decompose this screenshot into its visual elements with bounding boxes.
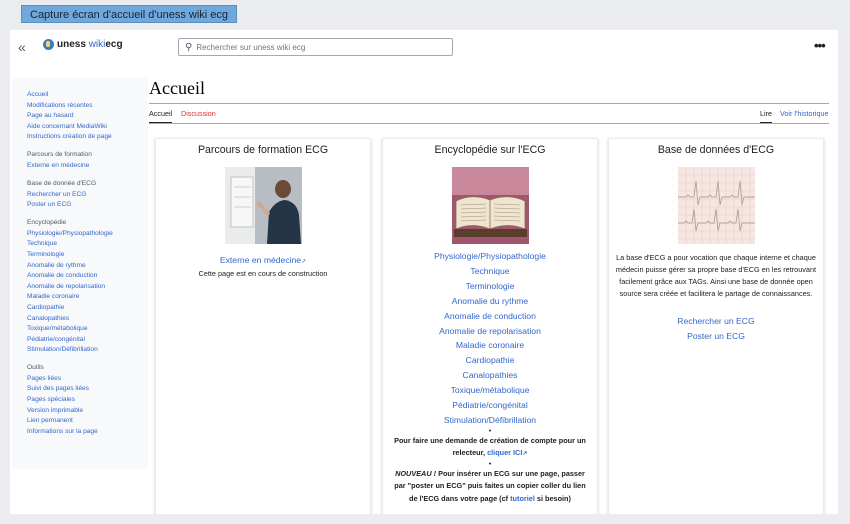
card-encyclopedie-title: Encyclopédie sur l'ECG: [434, 144, 546, 156]
sidebar-heading: Outils: [27, 363, 44, 371]
search-input[interactable]: [196, 42, 437, 52]
sidebar-item-externe-en-medecine[interactable]: Externe en médecine: [27, 161, 148, 172]
external-link-icon: ↗: [301, 259, 307, 265]
encyclopedie-link-technique[interactable]: Technique: [383, 264, 597, 279]
page-tabs: Accueil Discussion Lire Voir l'historiqu…: [149, 104, 829, 124]
sidebar-item-physiologie-physiopathologie[interactable]: Physiologie/Physiopathologie: [27, 229, 148, 240]
encyclopedie-link-cardiopathie[interactable]: Cardiopathie: [383, 353, 597, 368]
encyclopedia-photo: [451, 167, 529, 244]
encyclopedie-link-list: Physiologie/Physiopathologie Technique Ter…: [383, 249, 597, 428]
sidebar-item-anomalie-de-repolarisation[interactable]: Anomalie de repolarisation: [27, 282, 148, 293]
sidebar-group-parcours-de-formation: Parcours de formation Externe en médecine: [27, 151, 148, 172]
tab-discussion[interactable]: Discussion: [181, 109, 216, 118]
sidebar-item-terminologie[interactable]: Terminologie: [27, 250, 148, 261]
sidebar-item-technique[interactable]: Technique: [27, 239, 148, 250]
sidebar-group-encyclopedie: Encyclopédie Physiologie/Physiopathologie…: [27, 219, 148, 356]
sidebar-item-pediatrie-congenital[interactable]: Pédiatrie/congénital: [27, 335, 148, 346]
encyclopedie-link-terminologie[interactable]: Terminologie: [383, 279, 597, 294]
sidebar-item-rechercher-un-ecg[interactable]: Rechercher un ECG: [27, 190, 148, 201]
card-base: Base de données d'ECG La base d'ECG a po…: [608, 138, 824, 516]
sidebar-item-version-imprimable[interactable]: Version imprimable: [27, 406, 148, 417]
sidebar-heading: Encyclopédie: [27, 218, 67, 226]
sidebar-item-instructions-creation-de-page[interactable]: Instructions création de page: [27, 132, 148, 143]
sidebar-item-canalopathies[interactable]: Canalopathies: [27, 314, 148, 325]
sidebar-group-outils: Outils Pages liées Suivi des pages liées Pa…: [27, 364, 148, 438]
sidebar-item-anomalie-de-rythme[interactable]: Anomalie de rythme: [27, 261, 148, 272]
caption-strip: Capture écran d'accueil d'uness wiki ecg: [0, 0, 850, 30]
logo-icon: [43, 39, 54, 50]
sidebar-item-toxique-metabolique[interactable]: Toxique/métabolique: [27, 324, 148, 335]
collapse-sidebar-icon[interactable]: «: [18, 39, 26, 55]
external-link-icon: ↗: [522, 451, 528, 458]
bullet-dot: •: [488, 427, 492, 435]
screenshot-caption: Capture écran d'accueil d'uness wiki ecg: [21, 5, 238, 23]
tutoriel-link[interactable]: tutoriel: [510, 494, 535, 503]
page-title: Accueil: [149, 78, 829, 104]
sidebar-item-poster-un-ecg[interactable]: Poster un ECG: [27, 200, 148, 211]
sidebar-item-pages-speciales[interactable]: Pages spéciales: [27, 395, 148, 406]
encyclopedie-link-stimulation-defibrillation[interactable]: Stimulation/Défibrillation: [383, 413, 597, 428]
logo-text: uness wikiecg: [57, 39, 123, 50]
sidebar-heading: Base de donnée d'ECG: [27, 179, 97, 187]
sidebar-item-pages-liees[interactable]: Pages liées: [27, 374, 148, 385]
tab-accueil[interactable]: Accueil: [149, 109, 173, 123]
main-content: Accueil Accueil Discussion Lire Voir l'h…: [149, 78, 829, 124]
bottom-strip: [0, 514, 850, 524]
base-link-list: Rechercher un ECG Poster un ECG: [609, 314, 823, 344]
more-options-icon[interactable]: •••: [814, 38, 826, 53]
ecg-paper-image: [677, 167, 755, 244]
request-account-text: Pour faire une demande de création de co…: [394, 435, 586, 458]
search-box[interactable]: ⚲: [178, 38, 453, 56]
sidebar-item-page-au-hasard[interactable]: Page au hasard: [27, 111, 148, 122]
wiki-page: « uness wikiecg ⚲ ••• AccueilModificatio…: [10, 30, 838, 520]
nouveau-text: NOUVEAU ! Pour insérer un ECG sur une pa…: [394, 468, 586, 503]
formation-photo: [224, 167, 302, 244]
encyclopedie-link-toxique-metabolique[interactable]: Toxique/métabolique: [383, 383, 597, 398]
sidebar-heading: Parcours de formation: [27, 150, 92, 158]
encyclopedie-link-physiologie-physiopathologie[interactable]: Physiologie/Physiopathologie: [383, 249, 597, 264]
encyclopedie-link-canalopathies[interactable]: Canalopathies: [383, 368, 597, 383]
card-formation-text: Cette page est en cours de construction: [198, 269, 328, 278]
sidebar-item-modifications-recentes[interactable]: Modifications récentes: [27, 101, 148, 112]
sidebar-item-suivi-des-pages-liees[interactable]: Suivi des pages liées: [27, 384, 148, 395]
card-formation: Parcours de formation ECG Externe en méd…: [155, 138, 371, 516]
sidebar-item-accueil[interactable]: Accueil: [27, 90, 148, 101]
request-account-link[interactable]: cliquer ICI: [487, 448, 522, 457]
card-formation-title: Parcours de formation ECG: [197, 144, 329, 156]
encyclopedie-link-anomalie-du-rythme[interactable]: Anomalie du rythme: [383, 294, 597, 309]
card-encyclopedie: Encyclopédie sur l'ECG Physiologie/Physi…: [382, 138, 598, 516]
sidebar: Accueil Modifications récentes Page au has…: [12, 78, 148, 469]
encyclopedie-link-pediatrie-congenital[interactable]: Pédiatrie/congénital: [383, 398, 597, 413]
sidebar-item-maladie-coronaire[interactable]: Maladie coronaire: [27, 292, 148, 303]
sidebar-item-informations-sur-la-page[interactable]: Informations sur la page: [27, 427, 148, 438]
encyclopedie-link-anomalie-de-repolarisation[interactable]: Anomalie de repolarisation: [383, 324, 597, 339]
card-base-text: La base d'ECG a pour vocation que chaque…: [615, 253, 817, 298]
bullet-dot: •: [488, 460, 492, 468]
base-link-poster-un-ecg[interactable]: Poster un ECG: [609, 329, 823, 344]
sidebar-item-anomalie-de-conduction[interactable]: Anomalie de conduction: [27, 271, 148, 282]
sidebar-item-stimulation-defibrillation[interactable]: Stimulation/Défibrillation: [27, 345, 148, 356]
tab-lire[interactable]: Lire: [760, 109, 772, 123]
tab-historique[interactable]: Voir l'historique: [780, 109, 829, 118]
site-header: « uness wikiecg ⚲ •••: [10, 30, 838, 64]
sidebar-item-aide-concernant-mediawiki[interactable]: Aide concernant MediaWiki: [27, 122, 148, 133]
sidebar-item-lien-permanent[interactable]: Lien permanent: [27, 416, 148, 427]
base-link-rechercher-un-ecg[interactable]: Rechercher un ECG: [609, 314, 823, 329]
search-icon: ⚲: [185, 41, 193, 53]
card-formation-link[interactable]: Externe en médecine: [220, 255, 301, 265]
sidebar-navigation: Accueil Modifications récentes Page au has…: [27, 90, 148, 143]
encyclopedie-link-maladie-coronaire[interactable]: Maladie coronaire: [383, 338, 597, 353]
card-base-title: Base de données d'ECG: [657, 144, 775, 156]
sidebar-group-base-de-donnee-d-ecg: Base de donnée d'ECG Rechercher un ECG Pos…: [27, 180, 148, 211]
encyclopedie-link-anomalie-de-conduction[interactable]: Anomalie de conduction: [383, 309, 597, 324]
sidebar-item-cardiopathie[interactable]: Cardiopathie: [27, 303, 148, 314]
site-logo[interactable]: uness wikiecg: [43, 39, 123, 50]
